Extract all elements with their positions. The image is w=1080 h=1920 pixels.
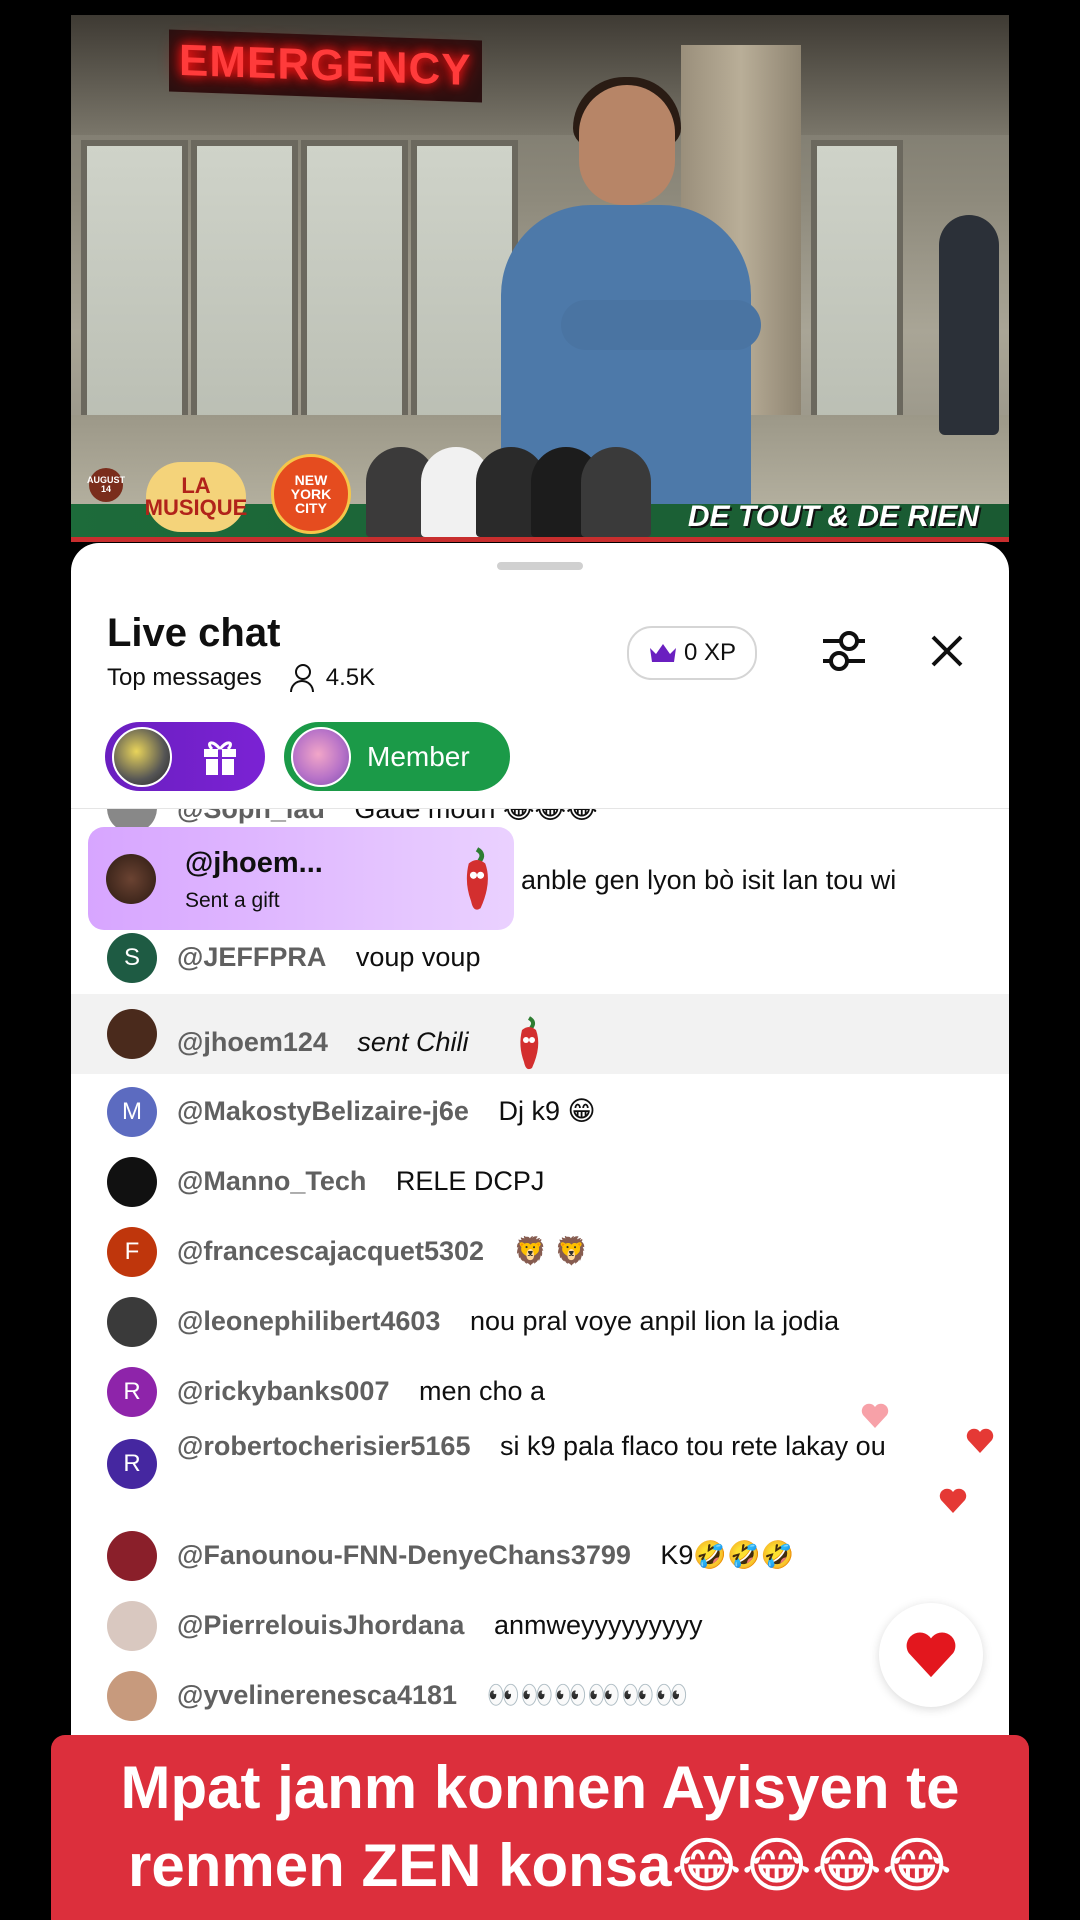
message-text: anble gen lyon bò isit lan tou wi: [521, 865, 897, 895]
chili-icon: [466, 847, 488, 910]
promo-date-badge: AUGUST 14: [87, 468, 125, 502]
chat-title: Live chat: [107, 611, 281, 655]
message-author[interactable]: @leonephilibert4603: [177, 1306, 440, 1336]
gift-chip[interactable]: [105, 722, 265, 791]
xp-button[interactable]: 0 XP: [627, 626, 757, 680]
list-item: M @MakostyBelizaire-j6e Dj k9 😁: [71, 1075, 1009, 1145]
avatar: R: [107, 1367, 157, 1417]
chat-mode-selector[interactable]: Top messages 4.5K: [107, 664, 375, 692]
member-label: Member: [367, 740, 470, 772]
like-heart-button[interactable]: [879, 1603, 983, 1707]
drag-handle[interactable]: [497, 562, 583, 570]
heart-icon: [906, 1632, 956, 1678]
message-text: voup voup: [355, 942, 481, 972]
avatar: F: [107, 1227, 157, 1277]
heart-icon: [861, 1403, 889, 1428]
message-author[interactable]: @JEFFPRA: [177, 942, 326, 972]
person-icon: [289, 664, 314, 692]
message-text: sent Chili: [357, 1027, 469, 1058]
message-text: Dj k9 😁: [498, 1096, 596, 1126]
filter-sliders-icon[interactable]: [819, 628, 869, 674]
list-item: @Manno_Tech RELE DCPJ: [71, 1145, 1009, 1215]
promo-brand-logo: DE TOUT & DE RIEN: [687, 500, 979, 533]
message-text: men cho a: [418, 1376, 546, 1406]
avatar: [291, 726, 351, 787]
message-text: K9🤣🤣🤣: [660, 1540, 795, 1570]
crown-icon: [649, 644, 676, 662]
message-author[interactable]: @francescajacquet5302: [177, 1236, 484, 1266]
message-text: Gade moun 😂😂😂: [354, 809, 598, 824]
heart-icon: [939, 1488, 967, 1513]
avatar: S: [107, 933, 157, 983]
avatar: R: [107, 1439, 157, 1489]
live-chat-panel: Live chat Top messages 4.5K 0 XP Member: [71, 543, 1009, 1883]
message-author[interactable]: @jhoem124: [177, 1027, 328, 1057]
list-item: S @JEFFPRA voup voup: [71, 923, 1009, 993]
message-text: anmweyyyyyyyyy: [493, 1610, 703, 1640]
message-author[interactable]: @robertocherisier5165: [177, 1431, 470, 1461]
avatar: [107, 1157, 157, 1207]
avatar: [107, 1297, 157, 1347]
chat-messages-list[interactable]: @Soph_lad Gade moun 😂😂😂 S @JEFFPRA voup …: [71, 809, 1009, 1809]
message-author[interactable]: @rickybanks007: [177, 1376, 389, 1406]
viewer-count: 4.5K: [325, 664, 376, 691]
gift-message-row: @jhoem124 sent Chili: [71, 994, 1009, 1074]
message-author[interactable]: @Soph_lad: [177, 809, 325, 824]
message-author[interactable]: @Fanounou-FNN-DenyeChans3799: [177, 1540, 631, 1570]
message-text: RELE DCPJ: [395, 1166, 545, 1196]
message-text: 🦁 🦁: [513, 1236, 589, 1266]
message-text: 👀👀👀👀👀👀: [486, 1680, 689, 1710]
chili-icon: [520, 1016, 539, 1070]
video-door: [811, 140, 903, 452]
video-person: [939, 215, 999, 435]
avatar: [107, 1601, 157, 1651]
promo-event-logo: LA MUSIQUE: [145, 462, 247, 532]
xp-label: 0 XP: [683, 639, 737, 666]
video-door: [301, 140, 408, 452]
heart-icon: [966, 1428, 994, 1453]
list-item: @Fanounou-FNN-DenyeChans3799 K9🤣🤣🤣: [71, 1521, 1009, 1591]
caption-overlay: Mpat janm konnen Ayisyen te renmen ZEN k…: [51, 1735, 1029, 1920]
list-item: @leonephilibert4603 nou pral voye anpil …: [71, 1285, 1009, 1355]
message-author[interactable]: @MakostyBelizaire-j6e: [177, 1096, 469, 1126]
message-author[interactable]: @yvelinerenesca4181: [177, 1680, 457, 1710]
list-item: F @francescajacquet5302 🦁 🦁: [71, 1215, 1009, 1285]
message-author[interactable]: @Manno_Tech: [177, 1166, 366, 1196]
message-author[interactable]: @PierrelouisJhordana: [177, 1610, 464, 1640]
gift-sender-name: @jhoem...: [185, 847, 323, 879]
avatar: [106, 854, 156, 904]
video-door: [191, 140, 298, 452]
gift-icon: [204, 741, 236, 775]
avatar: [112, 726, 172, 787]
close-icon[interactable]: [927, 631, 967, 671]
gift-notification-banner[interactable]: @jhoem... Sent a gift: [88, 827, 514, 930]
gift-sent-label: Sent a gift: [185, 889, 280, 912]
chat-mode-label: Top messages: [107, 664, 262, 691]
video-player[interactable]: EMERGENCY AUGUST 14 LA MUSIQUE NEW YORK …: [71, 15, 1009, 542]
list-item: R @robertocherisier5165 si k9 pala flaco…: [71, 1425, 1009, 1521]
list-item: @PierrelouisJhordana anmweyyyyyyyyy: [71, 1591, 1009, 1661]
avatar: M: [107, 1087, 157, 1137]
promo-dj-lineup: [366, 442, 651, 537]
emergency-sign: EMERGENCY: [169, 29, 482, 103]
avatar: [107, 1671, 157, 1721]
list-item: @yvelinerenesca4181 👀👀👀👀👀👀: [71, 1661, 1009, 1731]
promo-city-logo: NEW YORK CITY: [271, 454, 351, 534]
avatar: [107, 1531, 157, 1581]
member-chip[interactable]: Member: [284, 722, 510, 791]
video-door: [81, 140, 188, 452]
message-text: si k9 pala flaco tou rete lakay ou: [499, 1431, 886, 1461]
avatar: [107, 1009, 157, 1059]
video-progress-bar[interactable]: [71, 537, 1009, 542]
message-text: nou pral voye anpil lion la jodia: [469, 1306, 840, 1336]
